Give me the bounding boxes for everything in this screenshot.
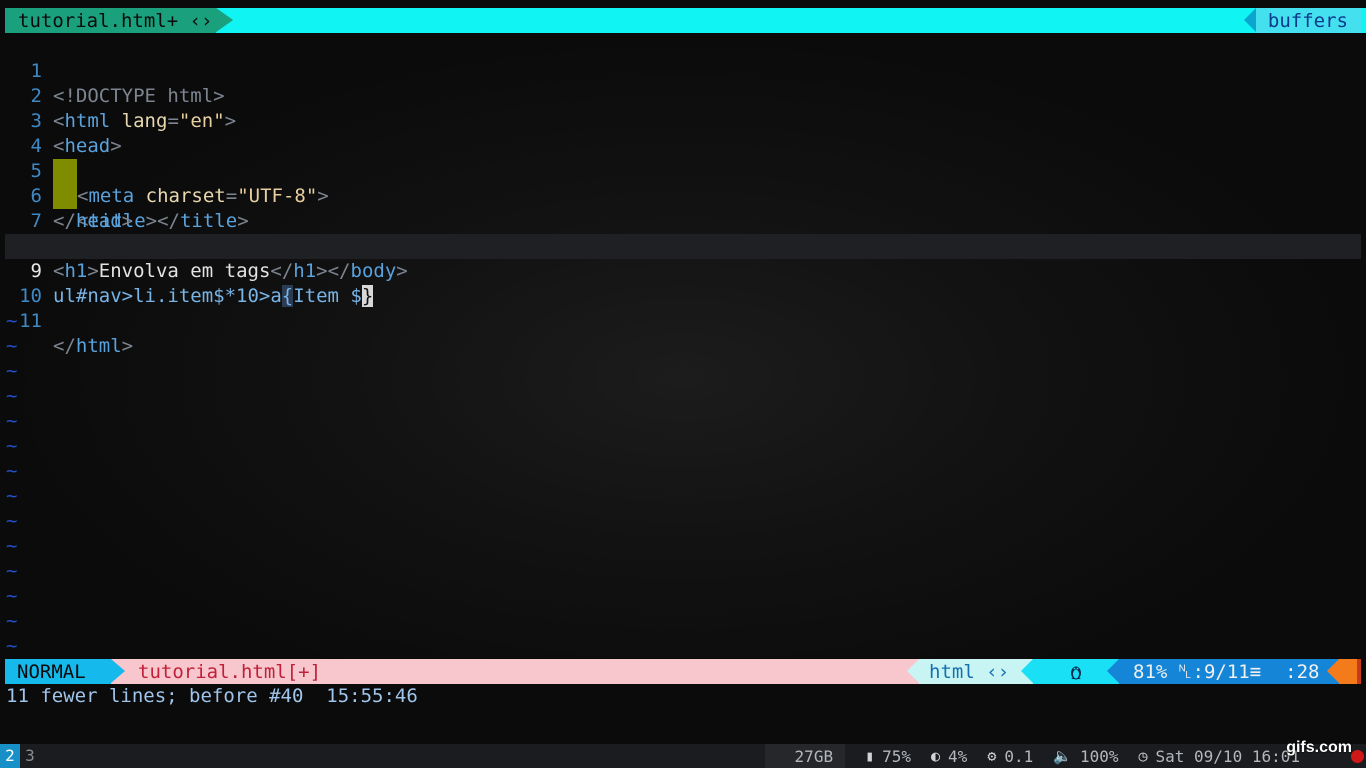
code-line[interactable]: 1 <!DOCTYPE html> — [0, 34, 1366, 107]
statusline-position: 81% ␤:9/11≡ :28 — [1107, 659, 1339, 684]
clock-icon: ◷ — [1138, 747, 1148, 765]
clock-value: Sat 09/10 16:01 — [1155, 746, 1301, 766]
linux-tux-icon — [1071, 666, 1081, 679]
empty-line-marker: ~ — [6, 585, 18, 607]
empty-line-marker: ~ — [6, 510, 18, 532]
speaker-icon: 🔈 — [1053, 747, 1072, 765]
memory-icon: ▮ — [865, 747, 875, 765]
command-message: 11 fewer lines; before #40 15:55:46 — [6, 685, 418, 707]
tab-tutorial-html[interactable]: tutorial.html+ ‹› — [5, 8, 233, 33]
empty-line-marker: ~ — [6, 335, 18, 357]
buffers-label: buffers — [1267, 9, 1348, 32]
disk-value: 27GB — [794, 746, 834, 766]
tabline-fill — [216, 8, 1366, 33]
code-line[interactable]: 2 <html lang="en"> — [0, 59, 1366, 132]
filetype-label: html ‹› — [929, 660, 1010, 683]
warning-notch — [1327, 659, 1339, 683]
os-notch — [1021, 659, 1033, 683]
buffers-button[interactable]: buffers — [1243, 8, 1366, 33]
cpu-usage: ◐ 4% — [931, 747, 967, 766]
code-line[interactable]: 7 <body> — [0, 184, 1366, 257]
gifs-watermark: gifs.com — [1286, 739, 1352, 756]
line-text: </html> — [53, 335, 134, 357]
buffers-notch — [1243, 8, 1256, 32]
empty-line-marker: ~ — [6, 460, 18, 482]
empty-line-marker: ~ — [6, 610, 18, 632]
load-value: 0.1 — [1004, 746, 1034, 766]
code-line[interactable]: 4 <meta charset="UTF-8"> — [0, 109, 1366, 207]
speedometer-icon: ◐ — [931, 747, 941, 765]
code-line[interactable]: 6 </head> — [0, 159, 1366, 232]
code-line[interactable]: 3 <head> — [0, 84, 1366, 157]
system-status-items: 27GB ▮ 75% ◐ 4% ⚙ 0.1 🔈 100% ◷ Sat 09/10… — [764, 744, 1300, 768]
empty-line-marker: ~ — [6, 535, 18, 557]
statusline-warning — [1327, 659, 1361, 684]
workspace-3[interactable]: 3 — [20, 744, 40, 768]
statusline-filetype: html ‹› — [907, 659, 1033, 684]
tabline: tutorial.html+ ‹› buffers — [0, 8, 1366, 33]
gears-icon: ⚙ — [987, 747, 997, 765]
memory-value: 75% — [882, 746, 912, 766]
load-average: ⚙ 0.1 — [987, 747, 1033, 766]
position-notch — [1107, 659, 1119, 683]
scroll-percent: 81% — [1133, 660, 1168, 683]
statusline-filename: tutorial.html[+] — [111, 659, 919, 684]
warning-stripe — [1357, 659, 1361, 684]
memory-usage: ▮ 75% — [865, 747, 911, 766]
filetype-notch — [907, 659, 919, 683]
empty-line-marker: ~ — [6, 560, 18, 582]
volume[interactable]: 🔈 100% — [1053, 747, 1118, 766]
empty-line-marker: ~ — [6, 310, 18, 332]
system-bar: 2 3 27GB ▮ 75% ◐ 4% ⚙ 0.1 🔈 100% ◷ Sat 0… — [0, 744, 1366, 768]
tab-label: tutorial.html+ ‹› — [18, 9, 213, 32]
statusline: tutorial.html[+] NORMAL html ‹› 81% ␤:9/… — [0, 659, 1366, 684]
code-line[interactable]: 10 — [0, 259, 1366, 307]
tab-arrow-separator — [216, 8, 233, 32]
empty-line-marker: ~ — [6, 360, 18, 382]
workspace-2[interactable]: 2 — [0, 744, 20, 768]
code-line[interactable]: 11 </html> — [0, 284, 1366, 357]
empty-line-marker: ~ — [6, 485, 18, 507]
empty-line-marker: ~ — [6, 385, 18, 407]
disk-usage: 27GB — [764, 744, 846, 768]
code-line-current[interactable]: 9 ul#nav>li.item$*10>a{Item $} — [5, 234, 1361, 307]
volume-value: 100% — [1079, 746, 1119, 766]
empty-line-marker: ~ — [6, 635, 18, 657]
mode-arrow — [111, 659, 125, 683]
mode-indicator: NORMAL — [5, 659, 125, 684]
column-position: :28 — [1285, 660, 1320, 683]
mode-label: NORMAL — [17, 660, 86, 683]
line-position: ␤:9/11≡ — [1177, 660, 1262, 683]
filename-label: tutorial.html[+] — [138, 660, 322, 683]
cpu-value: 4% — [948, 746, 968, 766]
clock: ◷ Sat 09/10 16:01 — [1138, 747, 1300, 766]
code-line[interactable]: 8 <h1>Envolva em tags</h1></body> — [0, 209, 1366, 282]
empty-line-marker: ~ — [6, 435, 18, 457]
empty-line-marker: ~ — [6, 410, 18, 432]
record-indicator-icon — [1351, 750, 1364, 763]
code-line[interactable]: 5 <title></title> — [0, 134, 1366, 232]
